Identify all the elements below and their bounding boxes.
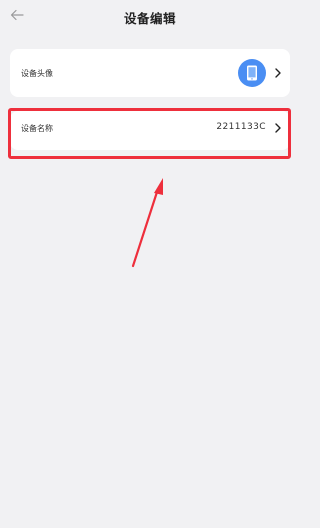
- device-avatar-label: 设备头像: [21, 69, 53, 78]
- chevron-right-icon: [275, 68, 281, 78]
- device-name-value: 2211133C: [216, 122, 266, 132]
- device-name-row[interactable]: 设备名称 2211133C: [10, 111, 290, 150]
- page-title: 设备编辑: [123, 11, 176, 26]
- device-avatar[interactable]: [238, 59, 266, 87]
- chevron-right-icon: [275, 123, 281, 133]
- device-avatar-row[interactable]: 设备头像: [10, 49, 290, 97]
- phone-icon: [247, 65, 257, 81]
- device-name-label: 设备名称: [21, 124, 53, 133]
- top-bar: 设备编辑: [0, 0, 300, 34]
